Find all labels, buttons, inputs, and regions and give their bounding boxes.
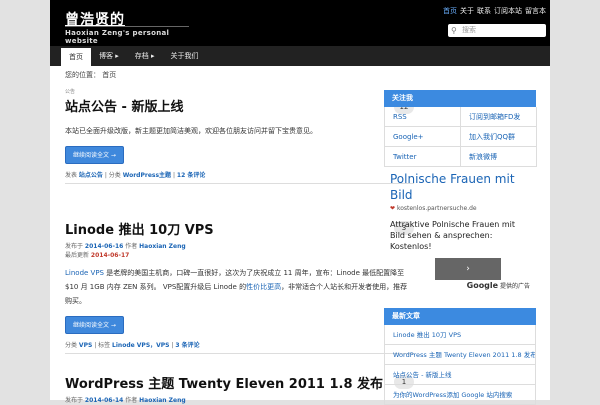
footer-link-category[interactable]: VPS bbox=[79, 342, 92, 349]
list-item[interactable]: 为你的WordPress添加 Google 站内搜索 bbox=[384, 385, 536, 405]
follow-link-rss[interactable]: RSS bbox=[385, 107, 461, 127]
post-title[interactable]: WordPress 主题 Twenty Eleven 2011 1.8 发布 bbox=[65, 373, 414, 392]
ad-headline[interactable]: Polnische Frauen mit Bild bbox=[390, 171, 530, 203]
recent-widget-title: 最新文章 bbox=[384, 308, 536, 325]
post-title[interactable]: Linode 推出 10刀 VPS bbox=[65, 219, 414, 238]
ad-block: Polnische Frauen mit Bild ❤ kostenlos.pa… bbox=[384, 171, 536, 290]
meta-by: 作者 bbox=[123, 243, 140, 250]
post-date[interactable]: 2014-06-16 bbox=[85, 243, 123, 250]
follow-links: RSS 订阅到邮箱FD发 Google+ 加入我们QQ群 Twitter 新浪微… bbox=[384, 107, 537, 167]
post-date[interactable]: 2014-06-14 bbox=[85, 397, 123, 404]
sidebar: 关注我 RSS 订阅到邮箱FD发 Google+ 加入我们QQ群 Twitter… bbox=[384, 90, 537, 405]
ad-badge-brand: Google bbox=[466, 281, 499, 290]
post-title[interactable]: 站点公告 - 新版上线 bbox=[65, 96, 414, 115]
post-item: Linode 推出 10刀 VPS 3 发布于 2014-06-16 作者 Ha… bbox=[65, 218, 414, 354]
post-author[interactable]: Haoxian Zeng bbox=[139, 243, 186, 250]
ad-url[interactable]: ❤ kostenlos.partnersuche.de bbox=[390, 205, 530, 212]
read-more-button[interactable]: 继续阅读全文 → bbox=[65, 316, 124, 334]
body-link-inline[interactable]: 性价比更高 bbox=[246, 283, 281, 291]
footer-link-comments[interactable]: 12 条评论 bbox=[177, 172, 205, 179]
footer-link-category[interactable]: 站点公告 bbox=[79, 172, 103, 179]
search-icon: ⚲ bbox=[451, 26, 457, 35]
ad-badge-text: 提供的广告 bbox=[498, 283, 530, 290]
meta-label: 发布于 bbox=[65, 243, 85, 250]
top-link-about[interactable]: 关于 bbox=[460, 6, 474, 16]
post-footer: 分类 VPS | 标签 Linode VPS，VPS | 3 条评论 bbox=[65, 340, 414, 354]
follow-link-qq-group[interactable]: 加入我们QQ群 bbox=[461, 127, 537, 147]
footer-link-comments[interactable]: 3 条评论 bbox=[175, 342, 199, 349]
post-tag: 公告 bbox=[65, 89, 76, 95]
footer-mid: | 标签 bbox=[92, 342, 113, 349]
recent-posts-widget: 最新文章 Linode 推出 10刀 VPS WordPress 主题 Twen… bbox=[384, 308, 536, 405]
follow-link-email[interactable]: 订阅到邮箱FD发 bbox=[461, 107, 537, 127]
follow-link-twitter[interactable]: Twitter bbox=[385, 147, 461, 167]
list-item[interactable]: WordPress 主题 Twenty Eleven 2011 1.8 发布 bbox=[384, 345, 536, 365]
search-input[interactable]: ⚲ 搜索 bbox=[448, 24, 546, 37]
follow-link-weibo[interactable]: 新浪微博 bbox=[461, 147, 537, 167]
ad-text: Attraktive Polnische Frauen mit Bild seh… bbox=[390, 220, 516, 251]
top-link-guestbook[interactable]: 留言本 bbox=[525, 6, 546, 16]
ad-badge[interactable]: Google 提供的广告 bbox=[390, 281, 530, 290]
top-link-contact[interactable]: 联系 bbox=[477, 6, 491, 16]
footer-prefix: 发表 bbox=[65, 172, 79, 179]
meta-label: 最后更新 bbox=[65, 252, 91, 259]
main-nav: 首页 博客 ▸ 存档 ▸ 关于我们 bbox=[50, 46, 550, 66]
top-link-subscribe[interactable]: 订阅本站 bbox=[494, 6, 522, 16]
page: 曾浩贤的 Haoxian Zeng's personal website 首页 … bbox=[50, 0, 550, 405]
top-link-home[interactable]: 首页 bbox=[443, 6, 457, 16]
nav-item-about[interactable]: 关于我们 bbox=[163, 46, 207, 66]
post-item: WordPress 主题 Twenty Eleven 2011 1.8 发布 1… bbox=[65, 372, 414, 405]
ad-url-text: kostenlos.partnersuche.de bbox=[396, 205, 477, 212]
breadcrumb: 您的位置： 首页 bbox=[65, 71, 117, 79]
footer-link-tag[interactable]: WordPress主题 bbox=[123, 172, 171, 179]
search-placeholder: 搜索 bbox=[462, 26, 476, 34]
footer-mid: | 分类 bbox=[102, 172, 123, 179]
list-item[interactable]: Linode 推出 10刀 VPS bbox=[384, 325, 536, 345]
post-item: 公告 站点公告 - 新版上线 12 本站已全面升级改版，新主题更加简洁美观，欢迎… bbox=[65, 88, 414, 184]
read-more-button[interactable]: 继续阅读全文 → bbox=[65, 146, 124, 164]
meta-by: 作者 bbox=[123, 397, 140, 404]
post-updated: 2014-06-17 bbox=[90, 252, 130, 259]
meta-label: 发布于 bbox=[65, 397, 85, 404]
post-footer: 发表 站点公告 | 分类 WordPress主题 | 12 条评论 bbox=[65, 170, 414, 184]
ad-heart-icon: ❤ bbox=[390, 205, 396, 212]
follow-link-google-plus[interactable]: Google+ bbox=[385, 127, 461, 147]
nav-item-blog[interactable]: 博客 ▸ bbox=[91, 46, 127, 66]
post-author[interactable]: Haoxian Zeng bbox=[139, 397, 186, 404]
top-links: 首页 关于 联系 订阅本站 留言本 bbox=[443, 6, 546, 16]
nav-item-home[interactable]: 首页 bbox=[61, 48, 91, 66]
ad-arrow-button[interactable]: › bbox=[435, 258, 501, 280]
post-meta: 发布于 2014-06-16 作者 Haoxian Zeng 最后更新 2014… bbox=[65, 242, 414, 260]
post-excerpt: Linode VPS 是老牌的美国主机商，口碑一直很好，这次为了庆祝成立 11 … bbox=[65, 266, 414, 308]
footer-prefix: 分类 bbox=[65, 342, 79, 349]
site-header: 曾浩贤的 Haoxian Zeng's personal website 首页 … bbox=[50, 0, 550, 46]
nav-item-archive[interactable]: 存档 ▸ bbox=[127, 46, 163, 66]
list-item[interactable]: 站点公告 - 新版上线 bbox=[384, 365, 536, 385]
post-meta: 发布于 2014-06-14 作者 Haoxian Zeng bbox=[65, 396, 414, 405]
footer-link-tag[interactable]: Linode VPS，VPS bbox=[112, 342, 169, 349]
follow-widget-title: 关注我 bbox=[384, 90, 536, 107]
site-description: Haoxian Zeng's personal website bbox=[65, 26, 189, 45]
post-excerpt: 本站已全面升级改版，新主题更加简洁美观，欢迎各位朋友访问并留下宝贵意见。 bbox=[65, 127, 317, 135]
body-link-linode-vps[interactable]: Linode VPS bbox=[65, 269, 104, 277]
